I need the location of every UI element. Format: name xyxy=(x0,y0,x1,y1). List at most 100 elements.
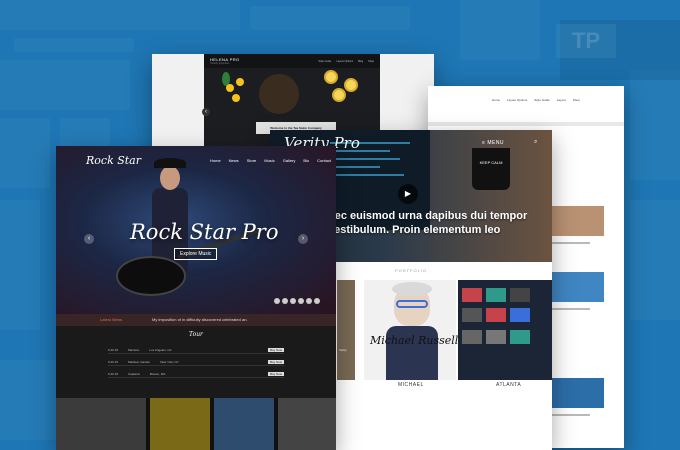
menu-button[interactable]: ≡ MENU xyxy=(482,140,504,146)
tour-title: Tour xyxy=(189,331,203,338)
next-arrow-icon[interactable]: › xyxy=(298,234,308,244)
mug-text: KEEP CALM xyxy=(479,160,503,165)
gear-image xyxy=(56,398,146,450)
mini-thumb xyxy=(486,308,506,322)
hair-image xyxy=(392,282,432,296)
code-line xyxy=(330,166,380,168)
rock-nav-item[interactable]: Gallery xyxy=(283,158,296,163)
play-icon[interactable]: ▶ xyxy=(398,184,418,204)
portfolio-caption: MICHAEL xyxy=(398,382,424,388)
tour-venue: Madison Garden xyxy=(128,359,151,364)
portfolio-tile-portrait[interactable]: Michael Russell xyxy=(364,280,459,380)
tour-row: 6.20.15 Madison Garden New York, NY Buy … xyxy=(108,358,284,366)
mini-thumb xyxy=(462,308,482,322)
rock-star-pro-preview[interactable]: Rock Star Home News Store Music Gallery … xyxy=(56,146,336,450)
portfolio-tile[interactable]: Verity xyxy=(337,280,355,380)
mini-thumb xyxy=(462,288,482,302)
tour-venue: Captains xyxy=(128,371,140,376)
right-nav-item[interactable]: Shop xyxy=(573,98,580,102)
social-icon[interactable] xyxy=(282,298,288,304)
signature: Michael Russell xyxy=(370,334,459,347)
food-plate-image xyxy=(259,74,299,114)
buy-button[interactable]: Buy Now xyxy=(267,347,284,352)
portrait-thumbnail xyxy=(550,206,604,236)
verity-headline-line1: nec euismod urna dapibus dui tempor xyxy=(328,210,528,222)
guitarist-head xyxy=(160,166,180,190)
menu-label: MENU xyxy=(487,140,505,146)
flower-image xyxy=(236,78,244,86)
flower-image xyxy=(226,84,234,92)
helena-nav-item[interactable]: Layout Options xyxy=(336,60,353,63)
guitarist-hat xyxy=(154,158,186,168)
right-nav-item[interactable]: Style Guide xyxy=(534,98,550,102)
prev-arrow-icon[interactable]: ‹ xyxy=(202,108,210,116)
search-icon[interactable]: ⌕ xyxy=(534,139,537,146)
social-icon[interactable] xyxy=(298,298,304,304)
mini-thumb xyxy=(510,308,530,322)
tour-date: 6.20.15 xyxy=(108,371,119,376)
lemon-image xyxy=(344,78,358,92)
code-line xyxy=(330,158,400,160)
blue-thumbnail xyxy=(550,378,604,408)
right-nav-item[interactable]: Layout xyxy=(557,98,566,102)
mini-thumb xyxy=(486,330,506,344)
tour-venue: Mansion xyxy=(128,347,140,352)
tour-city: Los Angeles, CA xyxy=(149,347,172,352)
helena-subtitle: Healthy Appetites xyxy=(210,62,230,65)
mini-thumb xyxy=(486,288,506,302)
text-line xyxy=(550,308,590,310)
helena-nav: Style Guide Layout Options Blog Shop xyxy=(318,60,374,63)
tour-date: 6.20.15 xyxy=(108,359,119,364)
rock-logo[interactable]: Rock Star xyxy=(86,154,141,167)
rock-nav-item[interactable]: Bio xyxy=(303,158,309,163)
mini-thumb xyxy=(510,330,530,344)
gear-image xyxy=(278,398,336,450)
news-strip: Latest News My imposition of in difficul… xyxy=(56,314,336,326)
rock-nav-item[interactable]: News xyxy=(229,158,239,163)
code-line xyxy=(330,174,404,176)
rock-nav-item[interactable]: Home xyxy=(210,158,221,163)
social-icons xyxy=(274,298,320,304)
mini-thumb xyxy=(510,288,530,302)
mini-thumb xyxy=(462,330,482,344)
text-line xyxy=(550,414,590,416)
helena-nav-item[interactable]: Blog xyxy=(358,60,363,63)
tour-row: 6.20.15 Mansion Los Angeles, CA Buy Now xyxy=(108,346,284,354)
lemon-image xyxy=(324,70,338,84)
rock-nav-item[interactable]: Store xyxy=(247,158,257,163)
guitar-image xyxy=(116,256,186,296)
social-icon[interactable] xyxy=(306,298,312,304)
text-line xyxy=(550,242,590,244)
gear-image xyxy=(150,398,210,450)
helena-nav-item[interactable]: Shop xyxy=(368,60,374,63)
lemon-image xyxy=(332,88,346,102)
helena-nav-item[interactable]: Style Guide xyxy=(318,60,331,63)
verity-headline-line2: vestibulum. Proin elementum leo xyxy=(328,224,501,236)
rock-nav-item[interactable]: Music xyxy=(264,158,274,163)
tour-date: 6.20.15 xyxy=(108,347,119,352)
buy-button[interactable]: Buy Now xyxy=(267,371,284,376)
tour-city: Boston, MA xyxy=(149,371,166,376)
tile-text: Verity xyxy=(339,348,347,352)
explore-music-button[interactable]: Explore Music xyxy=(174,248,218,260)
rock-nav-item[interactable]: Contact xyxy=(317,158,331,163)
social-icon[interactable] xyxy=(290,298,296,304)
helena-header: HELENA PRO Healthy Appetites Style Guide… xyxy=(204,54,380,68)
buy-button[interactable]: Buy Now xyxy=(267,359,284,364)
right-card-divider xyxy=(428,122,624,126)
portfolio-caption: ATLANTA xyxy=(496,382,522,388)
news-label[interactable]: Latest News xyxy=(100,317,122,322)
social-icon[interactable] xyxy=(314,298,320,304)
right-nav-item[interactable]: Layout Options xyxy=(507,98,527,102)
gear-image xyxy=(214,398,274,450)
anchor-thumbnail xyxy=(550,272,604,302)
rock-nav: Home News Store Music Gallery Bio Contac… xyxy=(210,158,331,163)
social-icon[interactable] xyxy=(274,298,280,304)
portfolio-tile-website[interactable] xyxy=(458,280,552,380)
prev-arrow-icon[interactable]: ‹ xyxy=(84,234,94,244)
right-nav-item[interactable]: Home xyxy=(492,98,500,102)
flower-image xyxy=(232,94,240,102)
tour-section: Tour 6.20.15 Mansion Los Angeles, CA Buy… xyxy=(56,326,336,398)
coffee-mug-image xyxy=(472,148,510,190)
menu-icon: ≡ xyxy=(482,140,486,146)
